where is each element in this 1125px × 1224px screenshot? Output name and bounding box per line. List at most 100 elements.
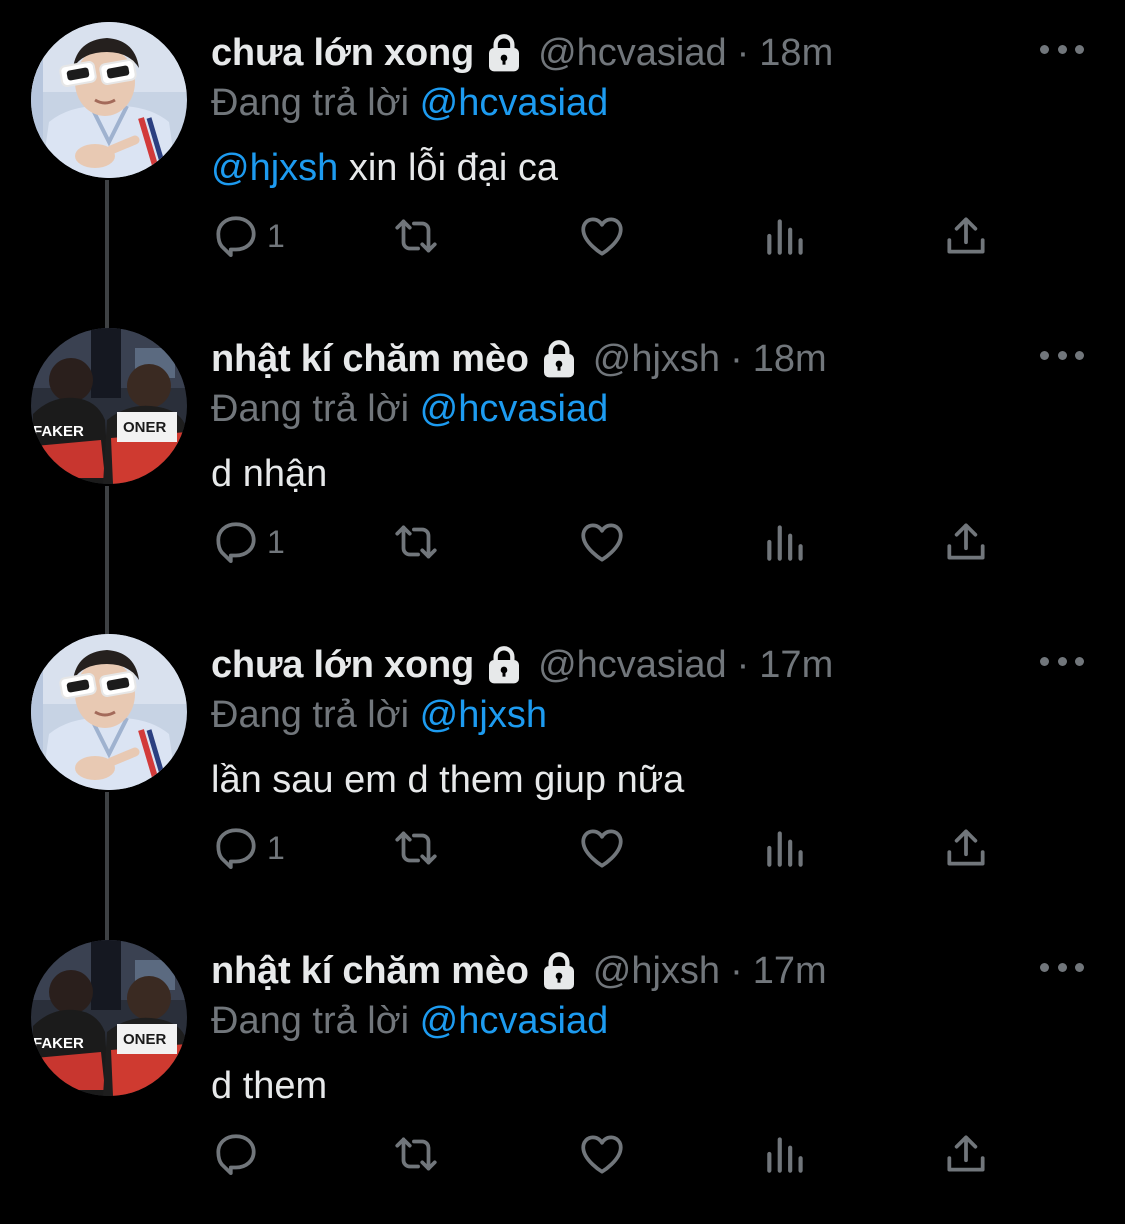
views-button[interactable] xyxy=(761,512,811,572)
user-handle[interactable]: @hjxsh xyxy=(593,946,720,996)
reply-icon xyxy=(216,828,256,870)
like-button[interactable] xyxy=(577,818,627,878)
replying-to: Đang trả lời @hcvasiad xyxy=(211,384,608,434)
replying-to: Đang trả lời @hcvasiad xyxy=(211,78,608,128)
tweet[interactable]: FAKER ONER nhật kí chăm mèo @hjxsh · 18m… xyxy=(0,306,1125,612)
like-button[interactable] xyxy=(577,206,627,266)
share-icon xyxy=(947,217,985,254)
more-options-icon[interactable] xyxy=(1040,34,1084,64)
reply-icon xyxy=(216,1134,256,1176)
reply-mention-link[interactable]: @hcvasiad xyxy=(420,82,609,124)
avatar[interactable] xyxy=(31,22,187,178)
tweet-actions: 1 xyxy=(211,512,1011,572)
timestamp[interactable]: 18m xyxy=(759,28,833,78)
reply-count: 1 xyxy=(267,217,285,254)
display-name[interactable]: nhật kí chăm mèo xyxy=(211,946,529,996)
share-icon xyxy=(947,1135,985,1172)
display-name[interactable]: chưa lớn xong xyxy=(211,28,474,78)
tweet-actions: 1 xyxy=(211,206,1011,266)
reply-mention-link[interactable]: @hcvasiad xyxy=(420,388,609,430)
retweet-button[interactable] xyxy=(391,818,441,878)
like-button[interactable] xyxy=(577,1124,627,1184)
reply-count: 1 xyxy=(267,523,285,560)
views-button[interactable] xyxy=(761,818,811,878)
tweet[interactable]: FAKER ONER nhật kí chăm mèo @hjxsh · 17m… xyxy=(0,918,1125,1224)
reply-button[interactable]: 1 xyxy=(211,512,285,572)
replying-to: Đang trả lời @hcvasiad xyxy=(211,996,608,1046)
separator-dot: · xyxy=(736,32,750,74)
retweet-button[interactable] xyxy=(391,512,441,572)
tweet-body: d nhận xyxy=(211,453,328,495)
avatar[interactable] xyxy=(31,634,187,790)
share-button[interactable] xyxy=(941,512,991,572)
user-handle[interactable]: @hcvasiad xyxy=(538,640,727,690)
tweet-body: lần sau em d them giup nữa xyxy=(211,759,685,801)
tweet[interactable]: chưa lớn xong @hcvasiad · 18m Đang trả l… xyxy=(0,0,1125,306)
tweet-header: nhật kí chăm mèo @hjxsh · 17m xyxy=(211,946,827,996)
timestamp[interactable]: 18m xyxy=(753,334,827,384)
user-handle[interactable]: @hcvasiad xyxy=(538,28,727,78)
tweet-header: chưa lớn xong @hcvasiad · 18m xyxy=(211,28,833,78)
tweet-text: lần sau em d them giup nữa xyxy=(211,754,684,806)
more-options-icon[interactable] xyxy=(1040,340,1084,370)
separator-dot: · xyxy=(730,950,743,992)
views-icon xyxy=(767,831,803,867)
tweet-actions: 1 xyxy=(211,818,1011,878)
tweet-text: d nhận xyxy=(211,448,327,500)
retweet-icon xyxy=(395,831,437,865)
timestamp[interactable]: 17m xyxy=(759,640,833,690)
reply-icon xyxy=(216,522,256,564)
lock-icon xyxy=(539,339,579,379)
avatar-label-faker: FAKER xyxy=(33,423,84,440)
retweet-button[interactable] xyxy=(391,206,441,266)
lock-icon xyxy=(484,645,524,685)
share-button[interactable] xyxy=(941,818,991,878)
tweet-header: nhật kí chăm mèo @hjxsh · 18m xyxy=(211,334,827,384)
separator-dot: · xyxy=(736,644,750,686)
reply-count: 1 xyxy=(267,829,285,866)
share-icon xyxy=(947,829,985,866)
retweet-button[interactable] xyxy=(391,1124,441,1184)
more-options-icon[interactable] xyxy=(1040,952,1084,982)
reply-mention-link[interactable]: @hjxsh xyxy=(420,694,547,736)
like-button[interactable] xyxy=(577,512,627,572)
views-icon xyxy=(767,219,803,255)
share-button[interactable] xyxy=(941,1124,991,1184)
reply-prefix: Đang trả lời xyxy=(211,388,410,430)
avatar[interactable]: FAKER ONER xyxy=(31,328,187,484)
user-handle[interactable]: @hjxsh xyxy=(593,334,720,384)
retweet-icon xyxy=(395,1137,437,1171)
views-button[interactable] xyxy=(761,1124,811,1184)
replying-to: Đang trả lời @hjxsh xyxy=(211,690,547,740)
views-button[interactable] xyxy=(761,206,811,266)
conversation-thread: chưa lớn xong @hcvasiad · 18m Đang trả l… xyxy=(0,0,1125,1220)
reply-button[interactable]: 1 xyxy=(211,206,285,266)
reply-mention-link[interactable]: @hcvasiad xyxy=(420,1000,609,1042)
display-name[interactable]: chưa lớn xong xyxy=(211,640,474,690)
reply-prefix: Đang trả lời xyxy=(211,82,410,124)
separator-dot: · xyxy=(730,338,743,380)
more-options-icon[interactable] xyxy=(1040,646,1084,676)
retweet-icon xyxy=(395,219,437,253)
share-button[interactable] xyxy=(941,206,991,266)
tweet-text: @hjxsh xin lỗi đại ca xyxy=(211,142,558,194)
tweet-body: xin lỗi đại ca xyxy=(338,147,558,189)
avatar[interactable]: FAKER ONER xyxy=(31,940,187,1096)
reply-button[interactable]: 1 xyxy=(211,818,285,878)
avatar-label-oner: ONER xyxy=(123,419,167,436)
reply-icon xyxy=(216,216,256,258)
avatar-white-sunglasses-image xyxy=(31,22,187,178)
tweet-actions xyxy=(211,1124,1011,1184)
text-mention-link[interactable]: @hjxsh xyxy=(211,147,338,189)
tweet-body: d them xyxy=(211,1065,328,1107)
tweet[interactable]: chưa lớn xong @hcvasiad · 17m Đang trả l… xyxy=(0,612,1125,918)
retweet-icon xyxy=(395,525,437,559)
like-icon xyxy=(581,1135,623,1174)
lock-icon xyxy=(484,33,524,73)
timestamp[interactable]: 17m xyxy=(753,946,827,996)
avatar-label-oner: ONER xyxy=(123,1031,167,1048)
reply-button[interactable] xyxy=(211,1124,267,1184)
views-icon xyxy=(767,525,803,561)
display-name[interactable]: nhật kí chăm mèo xyxy=(211,334,529,384)
avatar-white-sunglasses-image xyxy=(31,634,187,790)
